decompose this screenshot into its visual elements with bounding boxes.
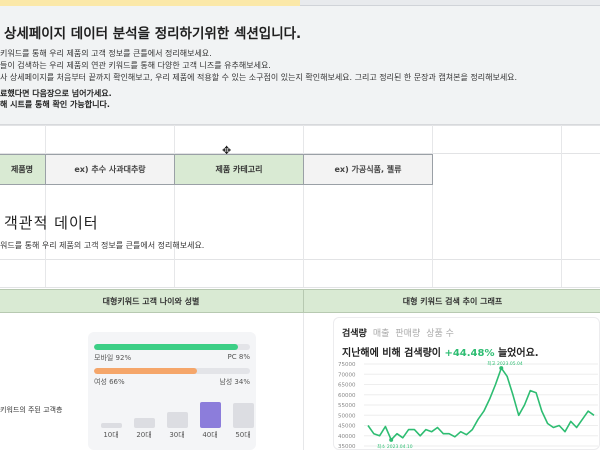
summary-prefix: 지난해에 비해 검색량이 — [342, 348, 441, 359]
search-volume-line — [367, 367, 595, 441]
column-gridline — [432, 125, 433, 287]
cell-category-example[interactable]: ex) 가공식품, 젤류 — [303, 154, 433, 185]
age-column — [167, 412, 188, 428]
search-summary: 지난해에 비해 검색량이 +44.48% 늘었어요. — [342, 344, 539, 359]
cell-product-name-label[interactable]: 제품명 — [0, 154, 46, 185]
main-customer-label: 키워드의 주된 고객층 — [0, 406, 63, 414]
y-tick-label: 45000 — [338, 424, 356, 430]
low-point — [389, 437, 394, 442]
metric-tabs: 검색량 매출 판매량 상품 수 — [342, 326, 460, 339]
search-trend-card: 검색량 매출 판매량 상품 수 지난해에 비해 검색량이 +44.48% 늘었어요. … — [333, 317, 600, 450]
intro-bold-line: 료했다면 다음장으로 넘어가세요. — [0, 89, 112, 98]
female-share-fill — [94, 368, 197, 374]
column-gridline — [174, 125, 175, 287]
tab-search-volume[interactable]: 검색량 — [342, 329, 367, 339]
age-column — [200, 402, 221, 428]
device-ratio-bar — [94, 344, 250, 350]
band-search-trend[interactable]: 대형 키워드 검색 추이 그래프 — [303, 289, 600, 313]
pc-share-label: PC 8% — [227, 353, 250, 361]
age-label: 50대 — [235, 431, 251, 439]
male-share-label: 남성 34% — [219, 378, 250, 386]
row-gridline — [0, 125, 600, 126]
age-column — [233, 403, 254, 428]
intro-panel: 상세페이지 데이터 분석을 정리하기위한 섹션입니다. 키워드를 통해 우리 제… — [0, 6, 600, 125]
low-label: 최소 2023.04.10 — [377, 443, 413, 450]
y-tick-label: 60000 — [338, 393, 356, 399]
section-description: 워드를 통해 우리 제품의 고객 정보를 큰틀에서 정리해보세요. — [0, 241, 205, 250]
summary-suffix: 늘었어요. — [497, 348, 539, 359]
column-gridline — [561, 125, 562, 287]
peak-label: 최고 2023.05.04 — [487, 360, 523, 367]
intro-title: 상세페이지 데이터 분석을 정리하기위한 섹션입니다. — [4, 26, 302, 42]
mobile-share-label: 모바일 92% — [94, 354, 132, 362]
tab-sales[interactable]: 매출 — [373, 329, 390, 339]
y-tick-label: 50000 — [338, 413, 356, 419]
column-gridline — [303, 313, 304, 450]
row-gridline — [0, 287, 600, 288]
y-tick-label: 40000 — [338, 434, 356, 440]
y-tick-label: 65000 — [338, 383, 356, 389]
age-label: 20대 — [136, 431, 152, 439]
column-gridline — [303, 125, 304, 287]
summary-percent: +44.48% — [444, 348, 495, 359]
female-share-label: 여성 66% — [94, 378, 125, 386]
y-tick-label: 70000 — [338, 372, 356, 378]
section-title: 객관적 데이터 — [4, 214, 99, 232]
tab-units-sold[interactable]: 판매량 — [395, 329, 420, 339]
gender-ratio-bar — [94, 368, 250, 374]
intro-bold-line: 해 시트를 통해 확인 가능합니다. — [0, 100, 110, 109]
intro-line: 들이 검색하는 우리 제품의 연관 키워드를 통해 다양한 고객 니즈를 유추해… — [0, 61, 271, 70]
y-tick-label: 75000 — [338, 362, 356, 368]
cell-product-name-example[interactable]: ex) 추수 사과대추랑 — [45, 154, 175, 185]
age-column — [134, 418, 155, 428]
y-tick-label: 55000 — [338, 403, 356, 409]
mobile-share-fill — [94, 344, 238, 350]
age-column — [101, 423, 122, 428]
search-trend-chart: 75000 70000 65000 60000 55000 50000 45000 40000… — [338, 360, 598, 450]
demographic-card: 모바일 92% PC 8% 여성 66% 남성 34% 10대 20대 30대 40대… — [88, 332, 256, 450]
age-label: 30대 — [169, 431, 185, 439]
intro-line: 키워드를 통해 우리 제품의 고객 정보를 큰틀에서 정리해보세요. — [0, 49, 212, 58]
band-age-gender[interactable]: 대형키워드 고객 나이와 성별 — [0, 289, 304, 313]
cell-category-label[interactable]: 제품 카테고리 — [174, 154, 304, 185]
row-gridline — [0, 259, 600, 260]
intro-line: 사 상세페이지를 처음부터 끝까지 확인해보고, 우리 제품에 적용할 수 있는… — [0, 73, 518, 82]
age-label: 40대 — [202, 431, 218, 439]
column-gridline — [45, 125, 46, 287]
tab-product-count[interactable]: 상품 수 — [426, 329, 454, 339]
age-label: 10대 — [103, 431, 119, 439]
y-tick-label: 35000 — [338, 444, 356, 450]
